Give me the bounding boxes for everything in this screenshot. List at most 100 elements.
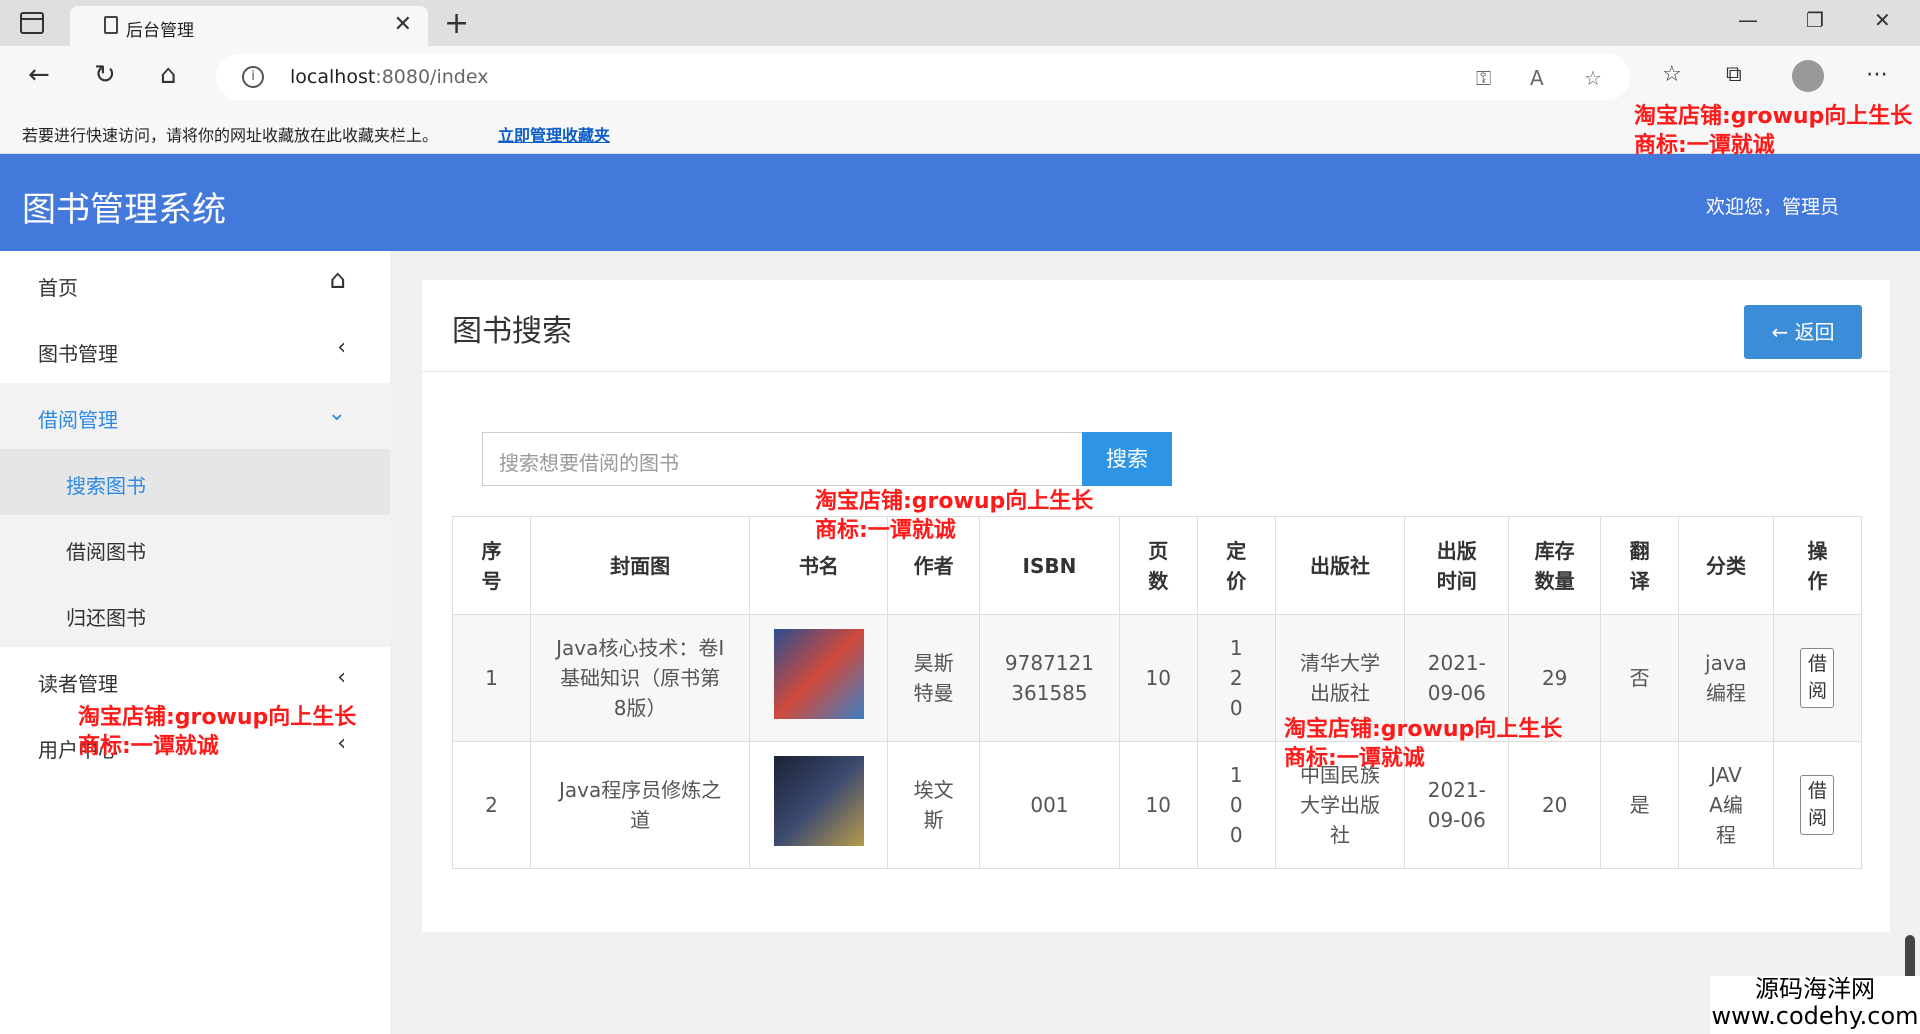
back-icon[interactable]: ← (28, 60, 50, 90)
sidebar-item-borrow-books[interactable]: 借阅图书 (0, 515, 390, 581)
sidebar-item-search-books[interactable]: 搜索图书 (0, 449, 390, 515)
watermark: 淘宝店铺:growup向上生长 商标:一谭就诚 (1634, 102, 1912, 160)
app-header: 图书管理系统 欢迎您，管理员 (0, 154, 1920, 251)
cell-action: 借阅 (1772, 614, 1863, 742)
cell-translated: 是 (1600, 741, 1680, 869)
sidebar-item-label: 借阅图书 (66, 540, 146, 564)
column-header: 操作 (1772, 516, 1863, 615)
column-header: 翻译 (1600, 516, 1680, 615)
profile-avatar[interactable] (1792, 60, 1824, 92)
cell-title (749, 614, 889, 742)
cell-isbn: 9787121361585 (979, 614, 1120, 742)
cell-price: 120 (1196, 614, 1276, 742)
url-text[interactable]: localhost:8080/index (290, 66, 488, 88)
sidebar-item-borrow-management[interactable]: 借阅管理 ⌄ (0, 383, 390, 449)
cell-cover-name: Java核心技术：卷Ⅰ基础知识（原书第8版） (529, 614, 751, 742)
chevron-down-icon: ⌄ (327, 401, 346, 426)
search-panel: 图书搜索 ← 返回 搜索想要借阅的图书 搜索 序号 封面图 书名 作者 ISBN… (422, 280, 1890, 932)
search-button[interactable]: 搜索 (1082, 432, 1172, 486)
sidebar-item-label: 借阅管理 (38, 408, 118, 432)
cell-author: 埃文斯 (887, 741, 981, 869)
key-icon[interactable]: ⚿ (1476, 66, 1491, 90)
sidebar-item-label: 读者管理 (38, 672, 118, 696)
watermark-shop: 淘宝店铺:growup向上生长 (78, 705, 357, 730)
book-cover-image (773, 756, 864, 846)
watermark: 淘宝店铺:growup向上生长 商标:一谭就诚 (1284, 715, 1562, 773)
sidebar-item-label: 首页 (38, 276, 78, 300)
page-title: 图书搜索 (452, 314, 572, 349)
arrow-left-icon: ← (1771, 320, 1795, 344)
borrow-button[interactable]: 借阅 (1800, 775, 1835, 835)
cell-pages: 10 (1118, 614, 1198, 742)
cell-translated: 否 (1600, 614, 1680, 742)
browser-tab[interactable]: 后台管理 ✕ (70, 6, 428, 46)
url-path: :8080/index (375, 66, 489, 88)
back-button-label: 返回 (1794, 320, 1835, 344)
welcome-text[interactable]: 欢迎您，管理员 (1706, 192, 1839, 219)
tab-title: 后台管理 (126, 21, 194, 41)
new-tab-icon[interactable]: + (444, 6, 469, 41)
cell-cover-name: Java程序员修炼之道 (529, 741, 751, 869)
home-icon[interactable]: ⌂ (160, 60, 177, 90)
column-header: 定价 (1196, 516, 1276, 615)
more-icon[interactable]: ⋯ (1866, 62, 1888, 87)
address-bar[interactable]: i localhost:8080/index ⚿ A ☆ (216, 54, 1630, 100)
watermark-brand: 商标:一谭就诚 (1634, 133, 1775, 158)
watermark-shop: 淘宝店铺:growup向上生长 (1284, 717, 1563, 742)
cell-category: java编程 (1678, 614, 1774, 742)
site-watermark-url: www.codehy.com (1711, 1002, 1919, 1030)
favorites-icon[interactable]: ☆ (1662, 62, 1682, 87)
manage-favorites-link[interactable]: 立即管理收藏夹 (498, 122, 610, 146)
watermark-shop: 淘宝店铺:growup向上生长 (1634, 104, 1913, 129)
watermark: 淘宝店铺:growup向上生长 商标:一谭就诚 (815, 487, 1093, 545)
watermark-brand: 商标:一谭就诚 (1284, 746, 1425, 771)
add-favorite-icon[interactable]: ☆ (1584, 66, 1602, 90)
chevron-left-icon: ‹ (337, 665, 346, 690)
sidebar-item-home[interactable]: 首页 ⌂ (0, 251, 390, 317)
site-info-icon[interactable]: i (242, 66, 264, 88)
site-watermark-name: 源码海洋网 (1755, 975, 1875, 1003)
column-header: 库存数量 (1508, 516, 1602, 615)
watermark: 淘宝店铺:growup向上生长 商标:一谭就诚 (78, 703, 356, 761)
favorites-hint: 若要进行快速访问，请将你的网址收藏放在此收藏夹栏上。 (22, 126, 439, 145)
sidebar-item-book-management[interactable]: 图书管理 ‹ (0, 317, 390, 383)
borrow-button[interactable]: 借阅 (1800, 648, 1835, 708)
back-button[interactable]: ← 返回 (1744, 305, 1862, 359)
url-host: localhost (290, 66, 376, 88)
table-row: 1 Java核心技术：卷Ⅰ基础知识（原书第8版） 昊斯特曼 9787121361… (452, 614, 1863, 742)
cell-price: 100 (1196, 741, 1276, 869)
books-table: 序号 封面图 书名 作者 ISBN 页数 定价 出版社 出版时间 库存数量 翻译… (452, 516, 1863, 869)
maximize-icon[interactable]: ❐ (1806, 8, 1824, 32)
cell-no: 2 (452, 741, 531, 869)
tab-actions-icon[interactable] (20, 12, 44, 34)
cell-category: JAVA编程 (1678, 741, 1774, 869)
browser-toolbar: ← ↻ ⌂ i localhost:8080/index ⚿ A ☆ ☆ ⧉ ⋯ (0, 46, 1920, 108)
cell-pages: 10 (1118, 741, 1198, 869)
close-window-icon[interactable]: ✕ (1874, 8, 1891, 32)
cell-action: 借阅 (1772, 741, 1863, 869)
table-header-row: 序号 封面图 书名 作者 ISBN 页数 定价 出版社 出版时间 库存数量 翻译… (452, 516, 1863, 615)
sidebar-item-label: 归还图书 (66, 606, 146, 630)
column-header: 序号 (452, 516, 531, 615)
sidebar-item-label: 搜索图书 (66, 474, 146, 498)
minimize-icon[interactable]: — (1738, 8, 1758, 32)
cell-no: 1 (452, 614, 531, 742)
cell-isbn: 001 (979, 741, 1120, 869)
sidebar-item-return-books[interactable]: 归还图书 (0, 581, 390, 647)
collections-icon[interactable]: ⧉ (1726, 62, 1742, 87)
app-title: 图书管理系统 (22, 190, 226, 230)
search-input[interactable]: 搜索想要借阅的图书 (482, 432, 1082, 486)
read-aloud-icon[interactable]: A (1530, 66, 1544, 90)
watermark-brand: 商标:一谭就诚 (815, 518, 956, 543)
column-header: 出版社 (1274, 516, 1406, 615)
page-icon (104, 16, 118, 34)
refresh-icon[interactable]: ↻ (94, 60, 116, 90)
watermark-shop: 淘宝店铺:growup向上生长 (815, 489, 1094, 514)
browser-tab-bar: 后台管理 ✕ + — ❐ ✕ (0, 0, 1920, 46)
sidebar: 首页 ⌂ 图书管理 ‹ 借阅管理 ⌄ 搜索图书 借阅图书 归还图书 读者管理 ‹… (0, 251, 390, 1034)
column-header: 分类 (1678, 516, 1774, 615)
sidebar-item-label: 图书管理 (38, 342, 118, 366)
favorites-bar: 若要进行快速访问，请将你的网址收藏放在此收藏夹栏上。 立即管理收藏夹 (0, 108, 1920, 154)
panel-header: 图书搜索 ← 返回 (422, 280, 1890, 372)
close-tab-icon[interactable]: ✕ (394, 12, 412, 37)
